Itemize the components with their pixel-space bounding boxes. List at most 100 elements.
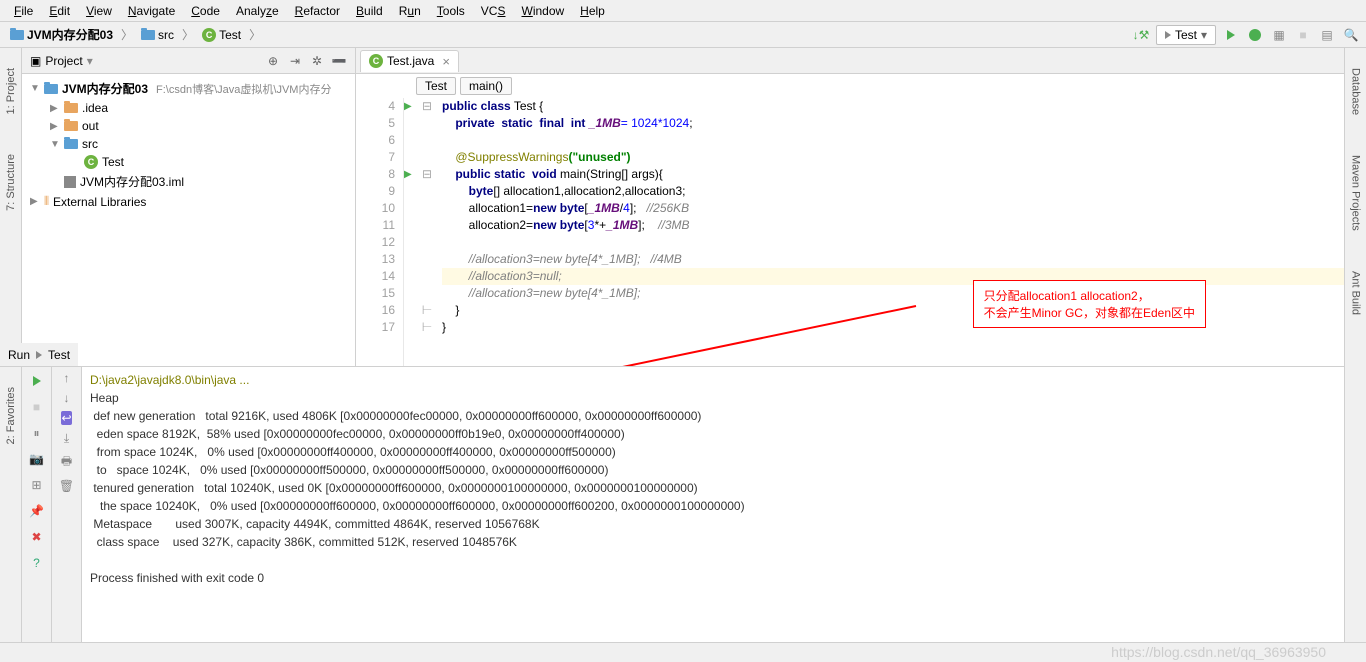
tree-root[interactable]: ▼JVM内存分配03F:\csdn博客\Java虚拟机\JVM内存分 (22, 78, 355, 99)
editor-tab-test[interactable]: C Test.java × (360, 50, 459, 72)
rail-favorites-tab[interactable]: 2: Favorites (5, 387, 17, 444)
breadcrumb-file[interactable]: CTest (198, 27, 245, 43)
run-tab-label[interactable]: Run (8, 348, 30, 362)
folder-icon (141, 30, 155, 40)
camera-button[interactable]: 📷 (27, 449, 47, 469)
folder-icon (10, 30, 24, 40)
menu-window[interactable]: Window (513, 2, 572, 20)
layout-button[interactable]: ▤ (1318, 26, 1336, 44)
console-output[interactable]: D:\java2\javajdk8.0\bin\java ... Heap de… (82, 367, 1366, 642)
menu-run[interactable]: Run (391, 2, 429, 20)
collapse-icon[interactable]: ⇥ (287, 53, 303, 69)
stop-button[interactable]: ■ (27, 397, 47, 417)
run-gutter-icon[interactable]: ▶ (404, 98, 420, 115)
tree-out[interactable]: ▶out (22, 117, 355, 135)
rail-database-tab[interactable]: Database (1350, 68, 1362, 115)
scroll-from-source-icon[interactable]: ⊕ (265, 53, 281, 69)
tree-iml[interactable]: JVM内存分配03.iml (22, 171, 355, 192)
breadcrumb: JVM内存分配03 〉 src 〉 CTest 〉 (6, 25, 261, 44)
watermark: https://blog.csdn.net/qq_36963950 (1111, 644, 1326, 660)
run-button[interactable] (1222, 26, 1240, 44)
navigation-bar: JVM内存分配03 〉 src 〉 CTest 〉 ↓⚒ Test ▾ ▦ ■ … (0, 22, 1366, 48)
menu-file[interactable]: File (6, 2, 41, 20)
run-gutter-icon[interactable]: ▶ (404, 166, 420, 183)
run-toolbar-2: ↑ ↓ ↩ ⤓ 🖶 🗑 (52, 367, 82, 642)
chevron-down-icon[interactable]: ▾ (87, 54, 93, 68)
menu-bar: File Edit View Navigate Code Analyze Ref… (0, 0, 1366, 22)
run-config-select[interactable]: Test ▾ (1156, 25, 1216, 45)
folder-icon (44, 84, 58, 94)
menu-navigate[interactable]: Navigate (120, 2, 183, 20)
rail-project-tab[interactable]: 1: Project (5, 68, 17, 114)
bc-class[interactable]: Test (416, 77, 456, 95)
up-button[interactable]: ↑ (64, 371, 70, 385)
build-icon[interactable]: ↓⚒ (1132, 26, 1150, 44)
print-button[interactable]: 🖶 (61, 452, 72, 473)
run-config-label: Test (48, 348, 70, 362)
rail-structure-tab[interactable]: 7: Structure (5, 154, 17, 211)
iml-icon (64, 176, 76, 188)
editor-area: C Test.java × Test main() 45678910111213… (356, 48, 1366, 366)
rerun-button[interactable] (27, 371, 47, 391)
class-icon: C (202, 28, 216, 42)
tree-src[interactable]: ▼src (22, 135, 355, 153)
breadcrumb-src[interactable]: src (137, 27, 178, 43)
coverage-button[interactable]: ▦ (1270, 26, 1288, 44)
left-tool-rail-bottom: 2: Favorites (0, 367, 22, 642)
class-icon: C (84, 155, 98, 169)
left-tool-rail: 1: Project 7: Structure (0, 48, 22, 366)
project-tree: ▼JVM内存分配03F:\csdn博客\Java虚拟机\JVM内存分 ▶.ide… (22, 74, 355, 215)
pause-button[interactable]: ⏸ (27, 423, 47, 443)
close-button[interactable]: ✖ (27, 527, 47, 547)
menu-view[interactable]: View (78, 2, 120, 20)
chevron-down-icon: ▾ (1201, 28, 1207, 42)
layout-button[interactable]: ⊞ (27, 475, 47, 495)
editor-breadcrumb: Test main() (356, 74, 1366, 98)
chevron-icon: 〉 (121, 26, 133, 43)
code-content[interactable]: public class Test { private static final… (434, 98, 1366, 366)
menu-code[interactable]: Code (183, 2, 228, 20)
annotation-callout: 只分配allocation1 allocation2， 不会产生Minor GC… (973, 280, 1206, 328)
debug-button[interactable] (1246, 26, 1264, 44)
menu-help[interactable]: Help (572, 2, 613, 20)
folder-icon (64, 121, 78, 131)
folder-icon (64, 139, 78, 149)
menu-refactor[interactable]: Refactor (287, 2, 348, 20)
scroll-button[interactable]: ⤓ (64, 431, 69, 446)
breadcrumb-project[interactable]: JVM内存分配03 (6, 25, 117, 44)
menu-analyze[interactable]: Analyze (228, 2, 287, 20)
rail-maven-tab[interactable]: Maven Projects (1350, 155, 1362, 231)
chevron-icon: 〉 (182, 26, 194, 43)
library-icon: ⫴ (44, 194, 49, 209)
clear-button[interactable]: 🗑 (59, 479, 74, 493)
wrap-button[interactable]: ↩ (61, 411, 71, 425)
menu-tools[interactable]: Tools (429, 2, 473, 20)
tree-idea[interactable]: ▶.idea (22, 99, 355, 117)
gear-icon[interactable]: ✲ (309, 53, 325, 69)
close-icon[interactable]: × (442, 54, 450, 69)
fold-column[interactable]: ⊟ ⊟ ⊢⊢ (420, 98, 434, 366)
gutter-marks: ▶ ▶ (404, 98, 420, 366)
hide-icon[interactable]: ➖ (331, 53, 347, 69)
project-panel-header: ▣Project ▾ ⊕ ⇥ ✲ ➖ (22, 48, 355, 74)
play-icon (36, 351, 42, 359)
down-button[interactable]: ↓ (64, 391, 70, 405)
folder-icon (64, 103, 78, 113)
bc-method[interactable]: main() (460, 77, 512, 95)
tree-test[interactable]: CTest (22, 153, 355, 171)
menu-edit[interactable]: Edit (41, 2, 78, 20)
menu-vcs[interactable]: VCS (473, 2, 514, 20)
pin-button[interactable]: 📌 (27, 501, 47, 521)
code-editor[interactable]: 4567891011121314151617 ▶ ▶ ⊟ ⊟ ⊢⊢ public… (356, 98, 1366, 366)
help-button[interactable]: ? (27, 553, 47, 573)
line-number-gutter: 4567891011121314151617 (356, 98, 404, 366)
stop-button[interactable]: ■ (1294, 26, 1312, 44)
tree-ext-lib[interactable]: ▶⫴External Libraries (22, 192, 355, 211)
rail-ant-tab[interactable]: Ant Build (1350, 271, 1362, 315)
project-panel-title: Project (45, 54, 82, 68)
run-panel: 2: Favorites ■ ⏸ 📷 ⊞ 📌 ✖ ? ↑ ↓ ↩ ⤓ 🖶 🗑 D… (0, 366, 1366, 642)
search-button[interactable]: 🔍 (1342, 26, 1360, 44)
menu-build[interactable]: Build (348, 2, 391, 20)
chevron-icon: 〉 (249, 26, 261, 43)
project-panel: ▣Project ▾ ⊕ ⇥ ✲ ➖ ▼JVM内存分配03F:\csdn博客\J… (22, 48, 356, 366)
